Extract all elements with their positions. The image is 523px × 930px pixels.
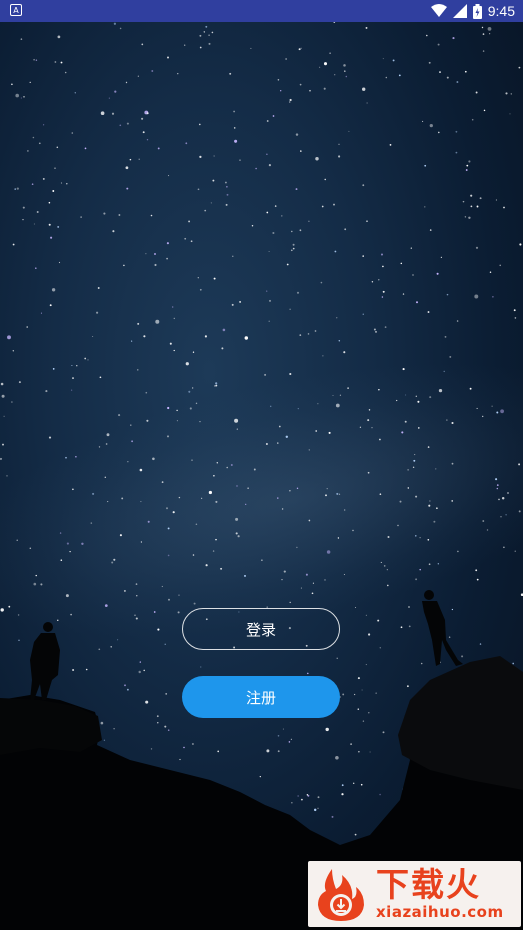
notification-icon: A bbox=[10, 4, 22, 16]
right-person-silhouette bbox=[422, 590, 463, 666]
watermark-banner: 下载火 xiazaihuo.com bbox=[308, 861, 521, 927]
status-time: 9:45 bbox=[487, 3, 515, 19]
status-bar: A 9:45 bbox=[0, 0, 523, 22]
left-rock bbox=[0, 698, 102, 755]
watermark-subtitle: xiazaihuo.com bbox=[376, 903, 504, 921]
wifi-icon bbox=[430, 4, 447, 17]
watermark-title: 下载火 bbox=[376, 865, 481, 904]
register-button-label: 注册 bbox=[245, 688, 276, 707]
battery-icon bbox=[472, 3, 482, 19]
register-button[interactable]: 注册 bbox=[182, 676, 340, 718]
app-screen: A 9:45 登录 注册 下载火 xiazaihuo.com bbox=[0, 0, 523, 930]
flame-logo-icon bbox=[318, 869, 364, 921]
login-button-label: 登录 bbox=[245, 620, 276, 639]
login-button[interactable]: 登录 bbox=[182, 608, 340, 650]
signal-icon bbox=[452, 4, 467, 18]
landscape-silhouette bbox=[0, 590, 523, 930]
left-person-silhouette bbox=[30, 622, 60, 700]
